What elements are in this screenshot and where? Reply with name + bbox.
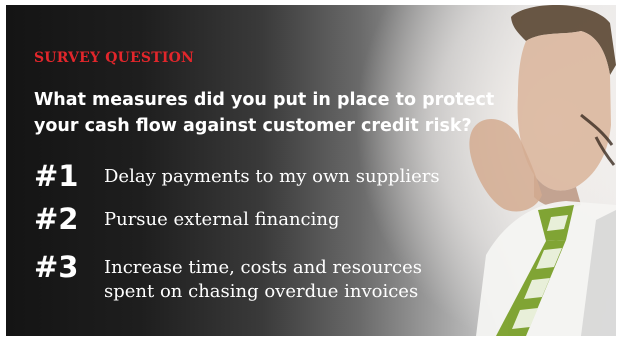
survey-card: SURVEY QUESTION What measures did you pu… — [6, 5, 616, 336]
answer-text: Delay payments to my own suppliers — [104, 166, 440, 187]
survey-question-label: SURVEY QUESTION — [34, 50, 195, 66]
answer-text: Pursue external financing — [104, 209, 340, 230]
rank-number: #1 — [34, 159, 79, 193]
answer-text: Increase time, costs and resources spent… — [104, 257, 422, 302]
rank-number: #3 — [34, 250, 79, 284]
question-heading: What measures did you put in place to pr… — [34, 90, 495, 136]
rank-number: #2 — [34, 202, 79, 236]
